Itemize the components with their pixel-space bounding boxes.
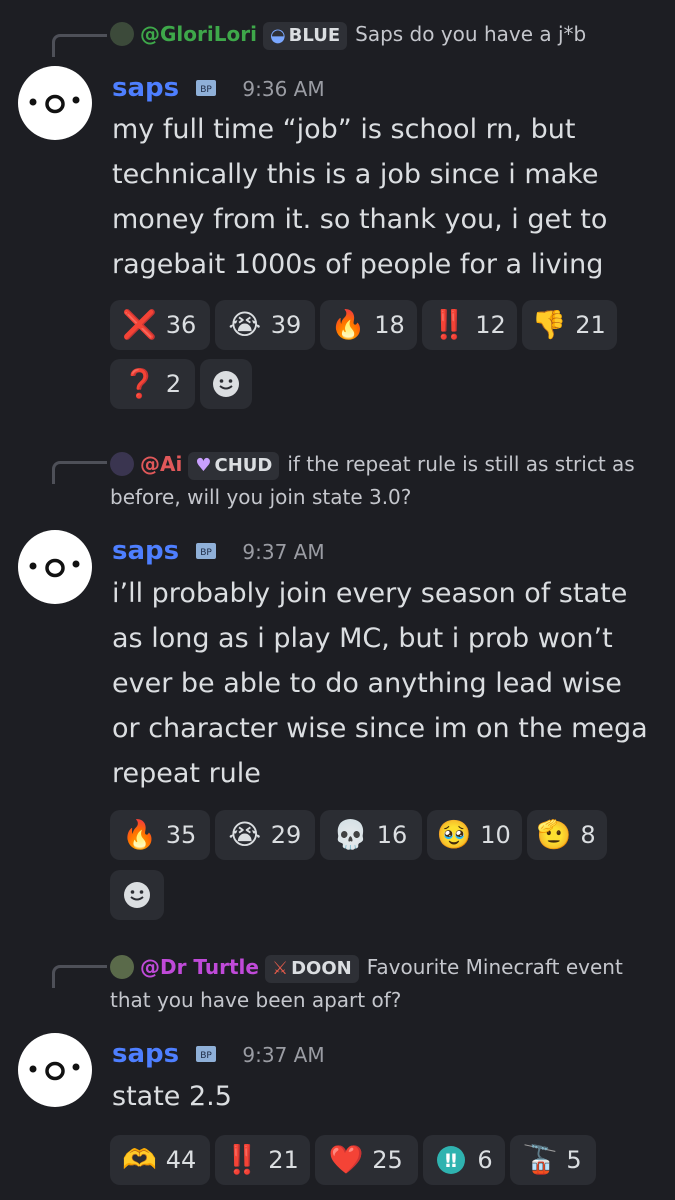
message-content: state 2.5	[112, 1081, 232, 1112]
role-tag-label: CHUD	[214, 455, 273, 476]
svg-text:BP: BP	[200, 1051, 212, 1061]
role-tag: ◒ BLUE	[262, 22, 348, 50]
bp-badge-icon[interactable]: BP	[193, 539, 219, 563]
timestamp: 9:36 AM	[242, 77, 325, 101]
reaction-count: 21	[268, 1146, 299, 1174]
avatar[interactable]	[18, 66, 92, 140]
crying-face-icon: 😭	[228, 818, 262, 851]
bp-badge-icon[interactable]: BP	[193, 76, 219, 100]
red-heart-icon: ❤️	[328, 1143, 364, 1176]
avatar[interactable]	[18, 1033, 92, 1107]
face-icon	[29, 1061, 80, 1081]
reaction-count: 6	[477, 1146, 493, 1174]
reaction[interactable]: 👎 21	[522, 300, 617, 350]
svg-text:BP: BP	[200, 548, 212, 558]
role-tag-label: DOON	[291, 958, 352, 979]
fire-icon: 🔥	[122, 818, 158, 851]
message-header: saps BP 9:37 AM	[112, 535, 325, 568]
sword-icon: ⚔	[271, 958, 289, 979]
reaction-count: 44	[165, 1146, 197, 1174]
bp-badge-icon[interactable]: BP	[193, 1042, 219, 1066]
reaction[interactable]: 😭 29	[215, 810, 315, 860]
reaction-count: 12	[475, 311, 506, 339]
fire-icon: 🔥	[330, 308, 366, 341]
reaction[interactable]: 🥹 10	[427, 810, 522, 860]
reply-author[interactable]: @Ai	[140, 452, 182, 476]
face-icon	[29, 94, 80, 114]
message-header: saps BP 9:36 AM	[112, 72, 325, 105]
skull-icon: 💀	[333, 818, 369, 851]
face-icon	[29, 558, 80, 578]
role-tag-label: BLUE	[288, 25, 341, 46]
reaction[interactable]: 🫡 8	[527, 810, 607, 860]
reaction-count: 18	[374, 311, 405, 339]
thumbs-down-icon: 👎	[531, 308, 567, 341]
reply-connector	[52, 965, 107, 988]
author-name[interactable]: saps	[112, 73, 179, 103]
reaction-count: 16	[376, 821, 408, 849]
double-exclamation-icon: ‼️	[431, 308, 467, 341]
reply-text: Saps do you have a j*b	[355, 22, 587, 46]
double-exclamation-icon: ‼️	[224, 1143, 260, 1176]
add-reaction-button[interactable]	[110, 870, 164, 920]
author-name[interactable]: saps	[112, 1039, 179, 1069]
cross-mark-icon: ❌	[122, 308, 158, 341]
reaction[interactable]: 💀 16	[320, 810, 422, 860]
message-content: i’ll probably join every season of state…	[112, 578, 648, 789]
add-reaction-icon	[213, 371, 239, 397]
avatar[interactable]	[18, 530, 92, 604]
reply-connector	[52, 461, 107, 484]
reply-avatar[interactable]	[110, 452, 134, 476]
saluting-face-icon: 🫡	[536, 818, 572, 851]
reaction[interactable]: ❌ 36	[110, 300, 210, 350]
blue-ring-icon: ◒	[269, 25, 286, 46]
reaction-count: 21	[575, 311, 606, 339]
reaction[interactable]: 🔥 18	[320, 300, 417, 350]
reaction[interactable]: ❓ 2	[110, 359, 195, 409]
add-reaction-button[interactable]	[200, 359, 252, 409]
reaction[interactable]: 🫶 44	[110, 1135, 210, 1185]
reaction-count: 2	[165, 370, 182, 398]
reaction-count: 39	[270, 311, 302, 339]
author-name[interactable]: saps	[112, 536, 179, 566]
reaction-count: 29	[270, 821, 302, 849]
reply-author[interactable]: @Dr Turtle	[140, 955, 259, 979]
reaction-count: 8	[580, 821, 596, 849]
reply-connector	[52, 34, 107, 57]
message-content: my full time “job” is school rn, but tec…	[112, 114, 608, 280]
reply-preview[interactable]: @Dr Turtle ⚔ DOON Favourite Minecraft event…	[110, 951, 655, 1017]
reaction[interactable]: ‼ 6	[423, 1135, 505, 1185]
question-mark-icon: ❓	[122, 367, 158, 400]
reaction-count: 10	[480, 821, 511, 849]
reaction-count: 25	[372, 1146, 403, 1174]
reaction[interactable]: ❤️ 25	[315, 1135, 418, 1185]
purple-heart-icon: ♥	[195, 455, 212, 476]
reaction[interactable]: ‼️ 21	[215, 1135, 310, 1185]
timestamp: 9:37 AM	[242, 1043, 325, 1067]
heart-hands-icon: 🫶	[122, 1143, 158, 1176]
add-reaction-icon	[124, 882, 150, 908]
reaction-count: 5	[566, 1146, 582, 1174]
reply-preview[interactable]: @Ai ♥ CHUD if the repeat rule is still as s…	[110, 448, 655, 514]
role-tag: ⚔ DOON	[264, 955, 359, 983]
reply-avatar[interactable]	[110, 22, 134, 46]
reaction[interactable]: 🔥 35	[110, 810, 210, 860]
timestamp: 9:37 AM	[242, 540, 325, 564]
reply-avatar[interactable]	[110, 955, 134, 979]
tram-icon: 🚡	[522, 1143, 558, 1176]
svg-text:‼: ‼	[445, 1150, 457, 1172]
svg-text:BP: BP	[200, 85, 212, 95]
crying-face-icon: 😭	[228, 308, 262, 341]
exclamation-button-icon: ‼	[435, 1145, 467, 1175]
reaction-count: 36	[165, 311, 197, 339]
reaction[interactable]: 😭 39	[215, 300, 315, 350]
role-tag: ♥ CHUD	[188, 452, 280, 480]
reaction-count: 35	[165, 821, 197, 849]
reply-author[interactable]: @GloriLori	[140, 22, 257, 46]
reply-preview[interactable]: @GloriLori ◒ BLUE Saps do you have a j*b	[110, 18, 655, 51]
holding-back-tears-icon: 🥹	[436, 818, 472, 851]
message-header: saps BP 9:37 AM	[112, 1038, 325, 1071]
reaction[interactable]: ‼️ 12	[422, 300, 517, 350]
reaction[interactable]: 🚡 5	[510, 1135, 596, 1185]
